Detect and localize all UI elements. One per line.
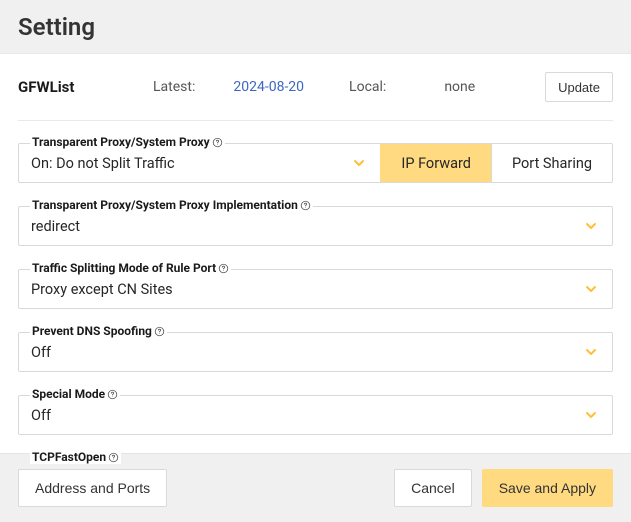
tcp-fastopen-label: TCPFastOpen (30, 450, 121, 464)
page-title: Setting (18, 13, 613, 41)
save-apply-button[interactable]: Save and Apply (482, 469, 613, 507)
special-mode-label: Special Mode (30, 387, 120, 401)
special-mode-select[interactable]: Off (18, 395, 613, 435)
cancel-button[interactable]: Cancel (394, 469, 472, 507)
gfwlist-title: GFWList (18, 78, 153, 96)
implementation-select[interactable]: redirect (18, 206, 613, 246)
chevron-down-icon (585, 220, 597, 232)
chevron-down-icon (585, 283, 597, 295)
help-icon[interactable] (154, 326, 165, 337)
chevron-down-icon (353, 157, 365, 169)
help-icon[interactable] (107, 389, 118, 400)
chevron-down-icon (585, 409, 597, 421)
dns-spoof-select[interactable]: Off (18, 332, 613, 372)
transparent-proxy-label: Transparent Proxy/System Proxy (30, 135, 225, 149)
implementation-label: Transparent Proxy/System Proxy Implement… (30, 198, 313, 212)
gfwlist-local-value: none (444, 79, 475, 95)
port-sharing-button[interactable]: Port Sharing (491, 144, 612, 182)
gfwlist-local-label: Local: (349, 79, 386, 95)
gfwlist-latest-label: Latest: (153, 79, 195, 95)
update-button[interactable]: Update (545, 72, 613, 102)
split-mode-select[interactable]: Proxy except CN Sites (18, 269, 613, 309)
gfwlist-latest-link[interactable]: 2024-08-20 (233, 79, 304, 95)
help-icon[interactable] (212, 137, 223, 148)
help-icon[interactable] (218, 263, 229, 274)
help-icon[interactable] (108, 452, 119, 463)
chevron-down-icon (585, 346, 597, 358)
gfwlist-row: GFWList Latest: 2024-08-20 Local: none U… (18, 54, 613, 121)
ip-forward-button[interactable]: IP Forward (380, 144, 491, 182)
transparent-proxy-select[interactable]: On: Do not Split Traffic (19, 144, 380, 182)
help-icon[interactable] (300, 200, 311, 211)
address-ports-button[interactable]: Address and Ports (18, 469, 167, 507)
transparent-proxy-combo: On: Do not Split Traffic IP Forward Port… (18, 143, 613, 183)
split-mode-label: Traffic Splitting Mode of Rule Port (30, 261, 231, 275)
dns-spoof-label: Prevent DNS Spoofing (30, 324, 167, 338)
